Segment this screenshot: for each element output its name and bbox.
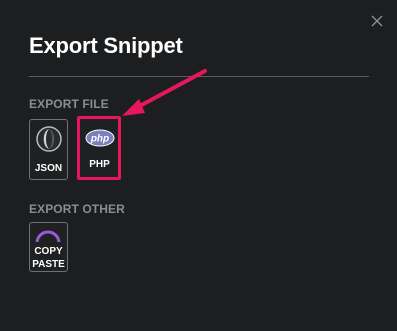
php-highlight-box	[77, 116, 121, 180]
close-button[interactable]	[367, 11, 387, 31]
copy-label: COPY	[34, 246, 63, 257]
dialog-title: Export Snippet	[29, 33, 183, 58]
divider	[29, 76, 369, 77]
export-json-button[interactable]: JSON	[29, 119, 68, 180]
export-file-label: EXPORT FILE	[29, 97, 109, 111]
arrow-head-icon	[122, 99, 145, 116]
export-other-label: EXPORT OTHER	[29, 202, 125, 216]
paste-label: PASTE	[32, 259, 65, 270]
close-icon	[371, 15, 383, 27]
copy-paste-button[interactable]: COPY PASTE	[29, 222, 68, 272]
json-icon	[35, 126, 62, 152]
copy-paste-icon	[35, 230, 60, 242]
json-label: JSON	[34, 163, 63, 174]
